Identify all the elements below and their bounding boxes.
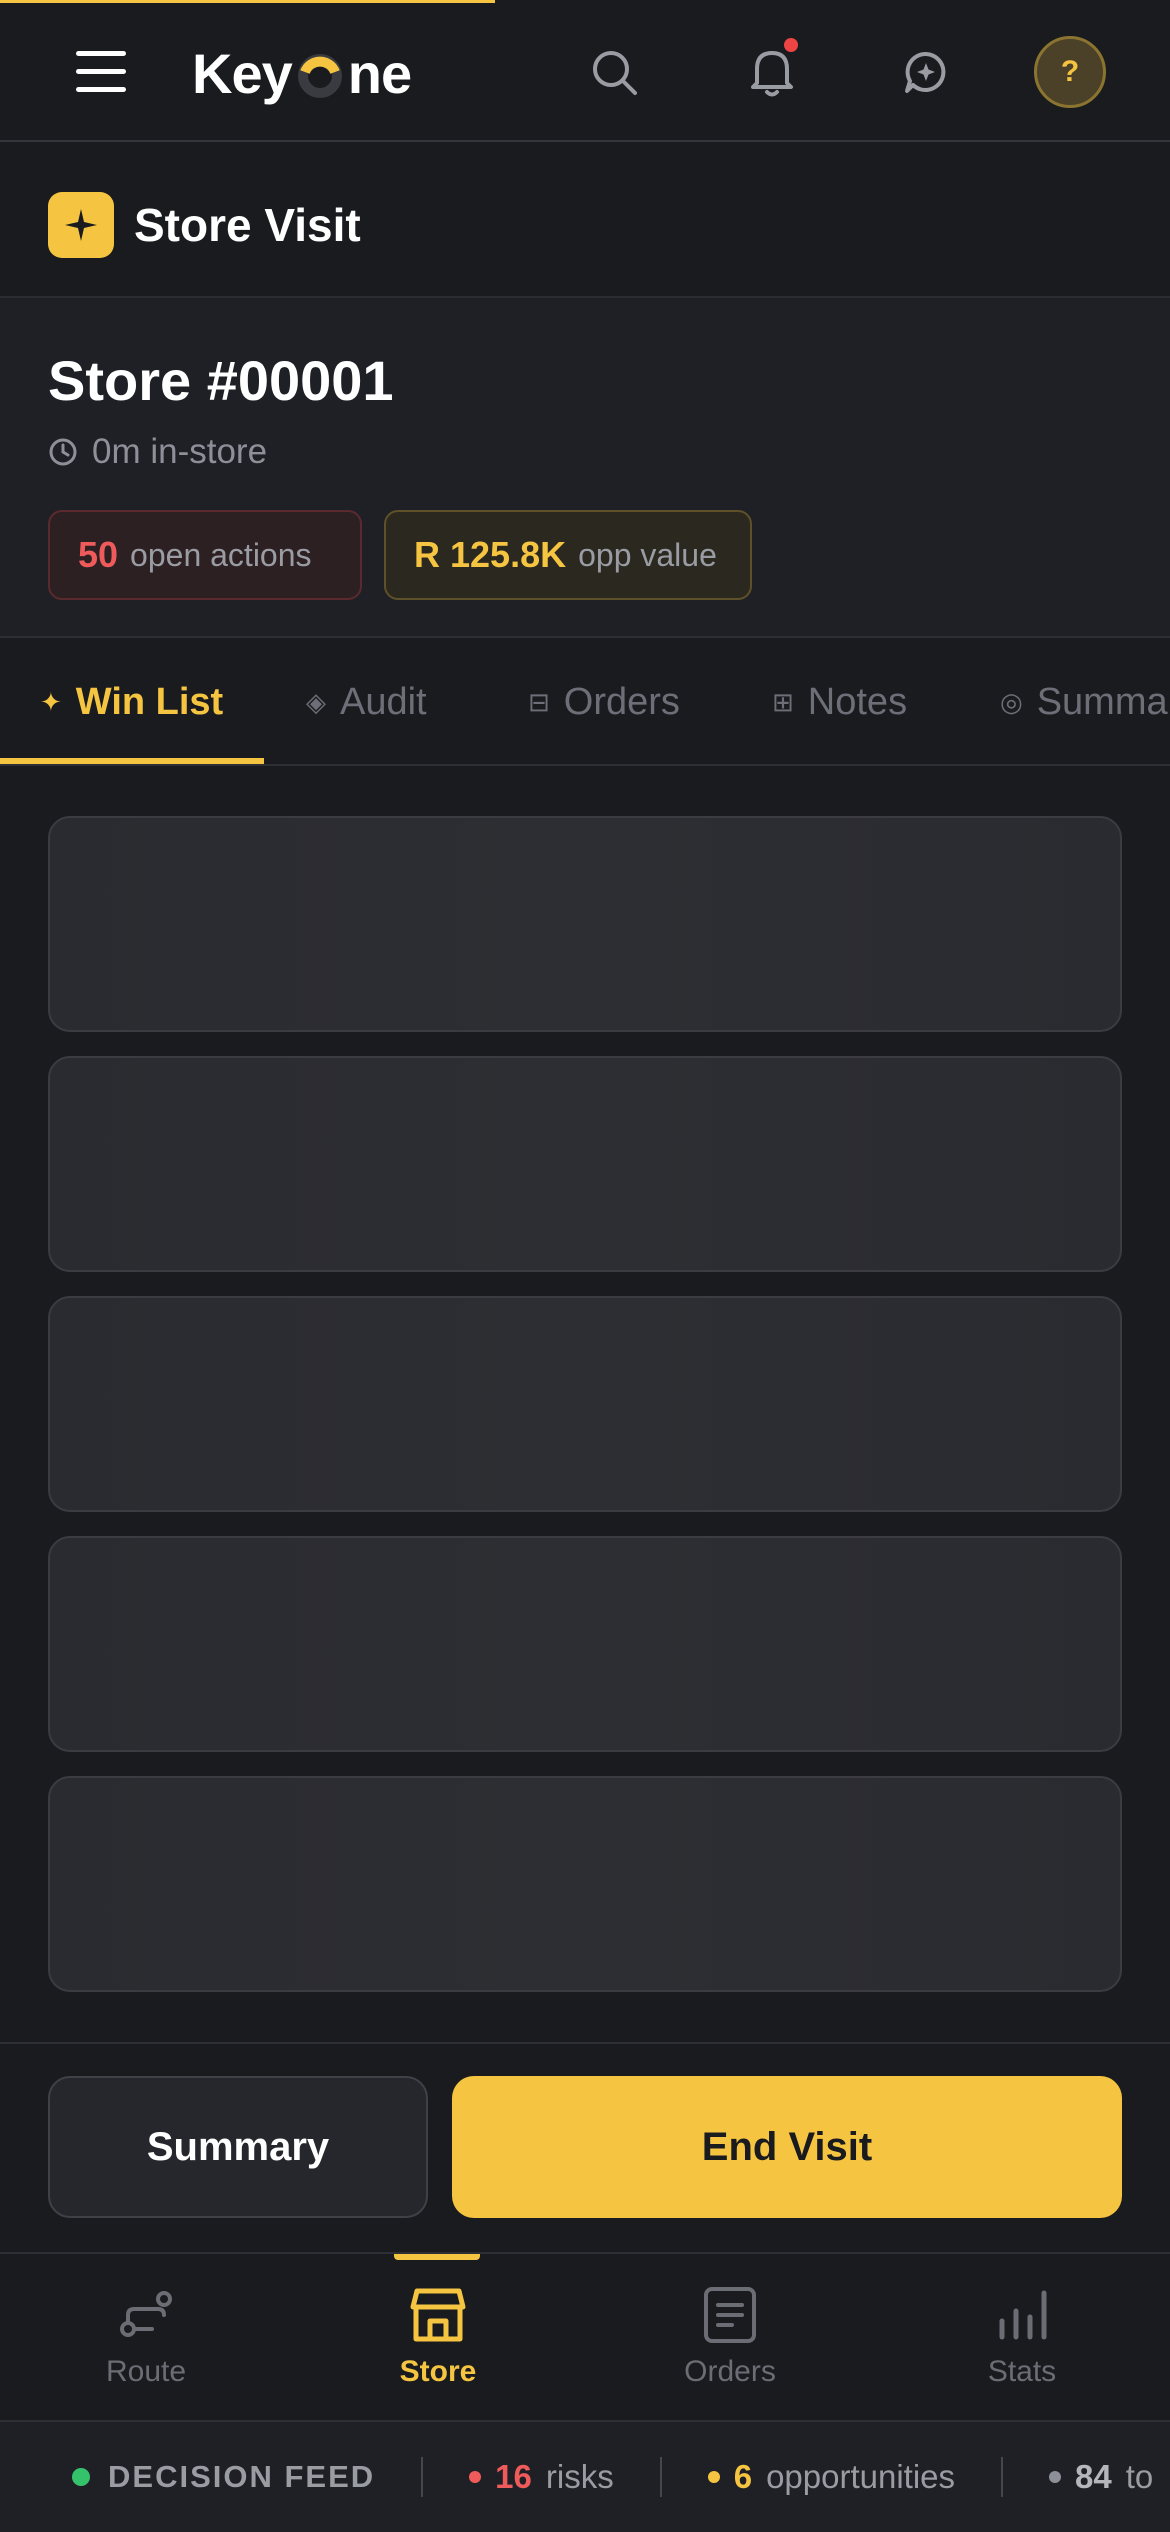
nav-label: Route (105, 2355, 187, 2388)
risks-count: 16 (495, 2458, 532, 2495)
loading-skeleton-card (48, 1056, 1122, 1272)
open-actions-count: 50 (78, 534, 119, 575)
opp-value-label: opp value (578, 536, 717, 573)
help-button[interactable]: ? (1034, 36, 1106, 108)
menu-icon-line (76, 86, 126, 92)
sparkle-icon: ✦ (40, 686, 62, 717)
opportunity-dot (707, 2471, 720, 2483)
live-status-dot (72, 2468, 90, 2486)
nav-item-stats[interactable]: Stats (876, 2254, 1168, 2420)
tab-summary[interactable]: ◎ Summary (1000, 638, 1170, 764)
tab-win-list[interactable]: ✦ Win List (40, 638, 224, 764)
tab-notes[interactable]: ⊞ Notes (772, 638, 908, 764)
visit-action-bar: Summary End Visit (0, 2042, 1170, 2254)
tab-label: Orders (563, 680, 680, 723)
sparkle-icon (65, 209, 97, 241)
menu-icon-line (76, 68, 126, 74)
loading-progress-bar (0, 0, 495, 3)
menu-icon-line (76, 50, 126, 56)
opportunities-label: opportunities (766, 2458, 956, 2495)
nav-label: Orders (684, 2355, 776, 2388)
ai-chat-icon (905, 51, 946, 93)
win-list-content (0, 766, 1170, 2042)
nav-item-store[interactable]: Store (292, 2254, 584, 2420)
nav-item-orders[interactable]: Orders (584, 2254, 876, 2420)
grid-icon: ⊞ (772, 686, 794, 717)
bell-icon (751, 51, 793, 97)
clock-icon (49, 438, 77, 466)
store-visit-badge (48, 192, 114, 258)
decision-feed-ticker[interactable]: DECISION FEED 16 risks 6 opportunities 8… (0, 2420, 1170, 2532)
loading-skeleton-card (48, 816, 1122, 1032)
orders-icon (704, 2287, 756, 2343)
nav-label: Store (399, 2355, 477, 2388)
risks-label: risks (545, 2458, 614, 2495)
time-in-store-label: 0m in-store (92, 432, 268, 471)
open-actions-label: open actions (130, 536, 312, 573)
page-title: Store Visit (134, 199, 361, 251)
feed-separator (1001, 2457, 1004, 2497)
brand-logo[interactable]: Key ne (192, 38, 412, 108)
loading-skeleton-card (48, 1296, 1122, 1512)
time-in-store: 0m in-store (48, 430, 267, 474)
third-count: 84 (1075, 2458, 1112, 2495)
logo-ring-icon (297, 54, 342, 98)
tab-label: Summary (1036, 680, 1170, 723)
store-info-panel: Store #00001 0m in-store 50 open actions… (0, 298, 1170, 638)
stats-icon (999, 2290, 1047, 2340)
opp-value-amount: R 125.8K (414, 534, 567, 575)
nav-label: Stats (987, 2355, 1057, 2388)
tab-audit[interactable]: ◈ Audit (306, 638, 427, 764)
tab-label: Notes (807, 680, 908, 723)
search-icon (593, 51, 637, 95)
notifications-button[interactable] (736, 36, 808, 108)
feed-separator (421, 2457, 424, 2497)
search-button[interactable] (578, 36, 650, 108)
brand-logo-prefix: Key (192, 41, 293, 105)
loading-skeleton-card (48, 1536, 1122, 1752)
tab-label: Audit (340, 680, 427, 723)
feed-separator (659, 2457, 662, 2497)
page-header: Store Visit (0, 142, 1170, 298)
tab-orders[interactable]: ⊟ Orders (528, 638, 680, 764)
tab-label: Win List (75, 680, 224, 723)
bottom-navigation: Route Store Orders Stats (0, 2254, 1170, 2420)
top-app-bar: Key ne ? (0, 0, 1170, 142)
decision-feed-title: DECISION FEED (108, 2459, 376, 2494)
open-actions-pill[interactable]: 50 open actions (48, 510, 362, 600)
opp-value-pill[interactable]: R 125.8K opp value (384, 510, 752, 600)
store-name: Store #00001 (48, 349, 394, 412)
nav-item-route[interactable]: Route (0, 2254, 292, 2420)
summary-button[interactable]: Summary (48, 2076, 428, 2218)
diamond-icon: ◈ (306, 686, 326, 717)
box-icon: ⊟ (528, 686, 550, 717)
route-icon (120, 2291, 172, 2337)
brand-logo-suffix: ne (347, 41, 412, 105)
third-label: to (1125, 2458, 1154, 2495)
circle-icon: ◎ (1000, 686, 1023, 717)
store-icon (410, 2288, 466, 2342)
menu-button[interactable] (60, 36, 142, 106)
ai-chat-button[interactable] (890, 36, 962, 108)
end-visit-button[interactable]: End Visit (452, 2076, 1122, 2218)
risk-dot (469, 2471, 482, 2483)
opportunities-count: 6 (733, 2458, 753, 2495)
loading-skeleton-card (48, 1776, 1122, 1992)
neutral-dot (1049, 2471, 1062, 2483)
notification-dot (784, 38, 798, 52)
tab-bar: ✦ Win List ◈ Audit ⊟ Orders ⊞ Notes ◎ Su… (0, 638, 1170, 766)
active-tab-indicator (0, 758, 264, 764)
